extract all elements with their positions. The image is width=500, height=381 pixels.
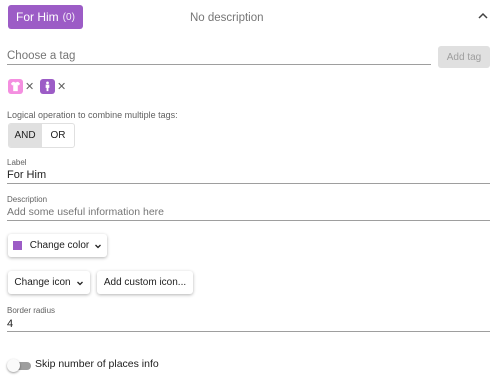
skip-places-toggle[interactable]	[7, 359, 31, 372]
description-field-input[interactable]: Add some useful information here	[7, 206, 164, 218]
caret-down-icon	[76, 281, 83, 285]
change-icon-button[interactable]: Change icon	[8, 271, 90, 294]
add-custom-icon-label: Add custom icon...	[103, 277, 187, 288]
tag-search-underline	[7, 64, 431, 65]
selected-tag-man[interactable]	[40, 79, 55, 94]
change-icon-label: Change icon	[14, 277, 71, 288]
tag-chip-count: (0)	[62, 11, 75, 23]
change-color-button[interactable]: Change color	[8, 234, 107, 257]
shirt-icon	[10, 81, 21, 92]
logic-label: Logical operation to combine multiple ta…	[7, 110, 178, 120]
caret-down-icon	[95, 244, 102, 248]
label-field-label: Label	[7, 158, 27, 167]
remove-tag-man-icon[interactable]: ✕	[57, 80, 66, 93]
tag-chip[interactable]: For Him (0)	[8, 5, 83, 29]
tag-chip-label: For Him	[16, 10, 59, 24]
label-field-input[interactable]: For Him	[7, 169, 46, 181]
border-radius-underline	[7, 331, 490, 332]
border-radius-input[interactable]: 4	[7, 318, 13, 330]
add-custom-icon-button[interactable]: Add custom icon...	[97, 271, 193, 294]
label-field-underline	[7, 183, 490, 184]
selected-tag-shirt[interactable]	[8, 79, 23, 94]
skip-places-label: Skip number of places info	[35, 358, 159, 370]
man-icon	[45, 81, 50, 92]
color-swatch	[12, 241, 22, 250]
add-tag-button[interactable]: Add tag	[438, 46, 490, 68]
description-field-label: Description	[7, 195, 48, 204]
remove-tag-shirt-icon[interactable]: ✕	[25, 80, 34, 93]
description-field-underline	[7, 220, 490, 221]
logic-and-button[interactable]: AND	[9, 124, 41, 147]
tag-description-summary: No description	[190, 12, 264, 24]
logic-or-button[interactable]: OR	[41, 124, 74, 147]
border-radius-label: Border radius	[7, 306, 56, 315]
change-color-label: Change color	[29, 240, 90, 251]
tag-search-input[interactable]	[7, 47, 430, 65]
logic-toggle-group: AND OR	[8, 123, 75, 148]
toggle-thumb	[7, 359, 20, 372]
chevron-up-icon[interactable]	[476, 9, 490, 23]
